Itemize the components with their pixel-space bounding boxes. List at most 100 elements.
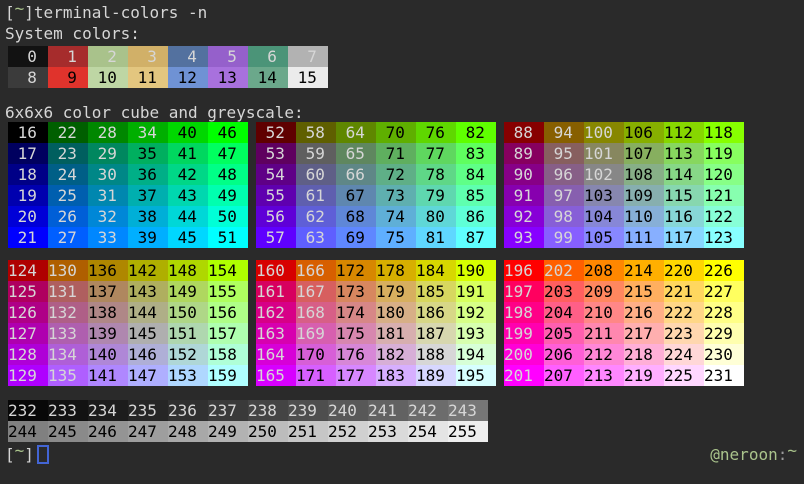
cube-upper-row: 16 22 28 34 40 46 17 23 29 35 41 47 18 2…	[0, 122, 804, 248]
prompt-close-bracket: ]	[24, 3, 34, 22]
color-cell-180: 180	[376, 302, 416, 323]
color-cell-88: 88	[504, 122, 544, 143]
color-cell-25: 25	[48, 185, 88, 206]
color-row: 160 166 172 178 184 190	[256, 260, 496, 281]
prompt-tilde: ~	[15, 440, 25, 461]
color-row: 197 203 209 215 221 227	[504, 281, 744, 302]
color-row: 92 98 104 110 116 122	[504, 206, 744, 227]
color-cell-183: 183	[376, 365, 416, 386]
color-row: 164 170 176 182 188 194	[256, 344, 496, 365]
color-cell-249: 249	[208, 421, 248, 442]
color-cell-84: 84	[456, 164, 496, 185]
color-cell-200: 200	[504, 344, 544, 365]
cube-block-160-195: 160 166 172 178 184 190 161 167 173 179 …	[256, 260, 496, 386]
color-cell-213: 213	[584, 365, 624, 386]
color-row: 201 207 213 219 225 231	[504, 365, 744, 386]
system-colors-label: System colors:	[0, 23, 804, 44]
color-cell-246: 246	[88, 421, 128, 442]
prompt-open-bracket: [	[5, 444, 15, 465]
color-cell-214: 214	[624, 260, 664, 281]
color-row: 126 132 138 144 150 156	[8, 302, 248, 323]
color-cell-169: 169	[296, 323, 336, 344]
color-cell-126: 126	[8, 302, 48, 323]
color-cell-41: 41	[168, 143, 208, 164]
color-cell-67: 67	[336, 185, 376, 206]
color-cell-80: 80	[416, 206, 456, 227]
color-cell-185: 185	[416, 281, 456, 302]
color-cell-23: 23	[48, 143, 88, 164]
color-cell-34: 34	[128, 122, 168, 143]
color-cell-22: 22	[48, 122, 88, 143]
color-cell-209: 209	[584, 281, 624, 302]
color-cell-138: 138	[88, 302, 128, 323]
color-cell-82: 82	[456, 122, 496, 143]
color-cell-179: 179	[376, 281, 416, 302]
color-cell-204: 204	[544, 302, 584, 323]
color-cell-124: 124	[8, 260, 48, 281]
color-cell-83: 83	[456, 143, 496, 164]
color-cell-193: 193	[456, 323, 496, 344]
color-cell-109: 109	[624, 185, 664, 206]
color-cell-33: 33	[88, 227, 128, 248]
color-cell-175: 175	[336, 323, 376, 344]
color-cell-189: 189	[416, 365, 456, 386]
color-cell-7: 7	[288, 46, 328, 67]
color-cell-39: 39	[128, 227, 168, 248]
color-row: 88 94 100 106 112 118	[504, 122, 744, 143]
color-cell-160: 160	[256, 260, 296, 281]
color-cell-26: 26	[48, 206, 88, 227]
color-cell-225: 225	[664, 365, 704, 386]
color-cell-20: 20	[8, 206, 48, 227]
color-row: 129 135 141 147 153 159	[8, 365, 248, 386]
color-cell-198: 198	[504, 302, 544, 323]
color-cell-107: 107	[624, 143, 664, 164]
status-user: @neroon	[710, 445, 777, 464]
color-cell-229: 229	[704, 323, 744, 344]
color-cell-220: 220	[664, 260, 704, 281]
color-cell-96: 96	[544, 164, 584, 185]
color-cell-44: 44	[168, 206, 208, 227]
color-cell-244: 244	[8, 421, 48, 442]
color-cell-100: 100	[584, 122, 624, 143]
color-cell-252: 252	[328, 421, 368, 442]
color-row: 53 59 65 71 77 83	[256, 143, 496, 164]
color-cell-103: 103	[584, 185, 624, 206]
color-cell-71: 71	[376, 143, 416, 164]
color-row: 18 24 30 36 42 48	[8, 164, 248, 185]
color-cell-77: 77	[416, 143, 456, 164]
color-cell-116: 116	[664, 206, 704, 227]
color-cell-35: 35	[128, 143, 168, 164]
color-cell-11: 11	[128, 67, 168, 88]
color-cell-1: 1	[48, 46, 88, 67]
color-cell-228: 228	[704, 302, 744, 323]
color-row: 55 61 67 73 79 85	[256, 185, 496, 206]
color-cell-219: 219	[624, 365, 664, 386]
color-row: 21 27 33 39 45 51	[8, 227, 248, 248]
color-cell-137: 137	[88, 281, 128, 302]
color-cell-141: 141	[88, 365, 128, 386]
color-cell-159: 159	[208, 365, 248, 386]
color-cell-130: 130	[48, 260, 88, 281]
color-cell-132: 132	[48, 302, 88, 323]
color-cell-120: 120	[704, 164, 744, 185]
cube-lower-row: 124 130 136 142 148 154 125 131 137 143 …	[0, 260, 804, 386]
color-cell-223: 223	[664, 323, 704, 344]
terminal-screen[interactable]: [~]terminal-colors -n System colors: 0 1…	[0, 0, 804, 484]
color-cell-163: 163	[256, 323, 296, 344]
color-cell-250: 250	[248, 421, 288, 442]
color-row: 127 133 139 145 151 157	[8, 323, 248, 344]
color-cell-94: 94	[544, 122, 584, 143]
color-cell-227: 227	[704, 281, 744, 302]
color-cell-232: 232	[8, 400, 48, 421]
color-cell-5: 5	[208, 46, 248, 67]
color-cell-153: 153	[168, 365, 208, 386]
color-row: 198 204 210 216 222 228	[504, 302, 744, 323]
color-cell-85: 85	[456, 185, 496, 206]
color-cell-131: 131	[48, 281, 88, 302]
color-cell-197: 197	[504, 281, 544, 302]
color-cell-145: 145	[128, 323, 168, 344]
color-cell-125: 125	[8, 281, 48, 302]
cube-block-16-51: 16 22 28 34 40 46 17 23 29 35 41 47 18 2…	[8, 122, 248, 248]
color-row: 20 26 32 38 44 50	[8, 206, 248, 227]
color-cell-121: 121	[704, 185, 744, 206]
